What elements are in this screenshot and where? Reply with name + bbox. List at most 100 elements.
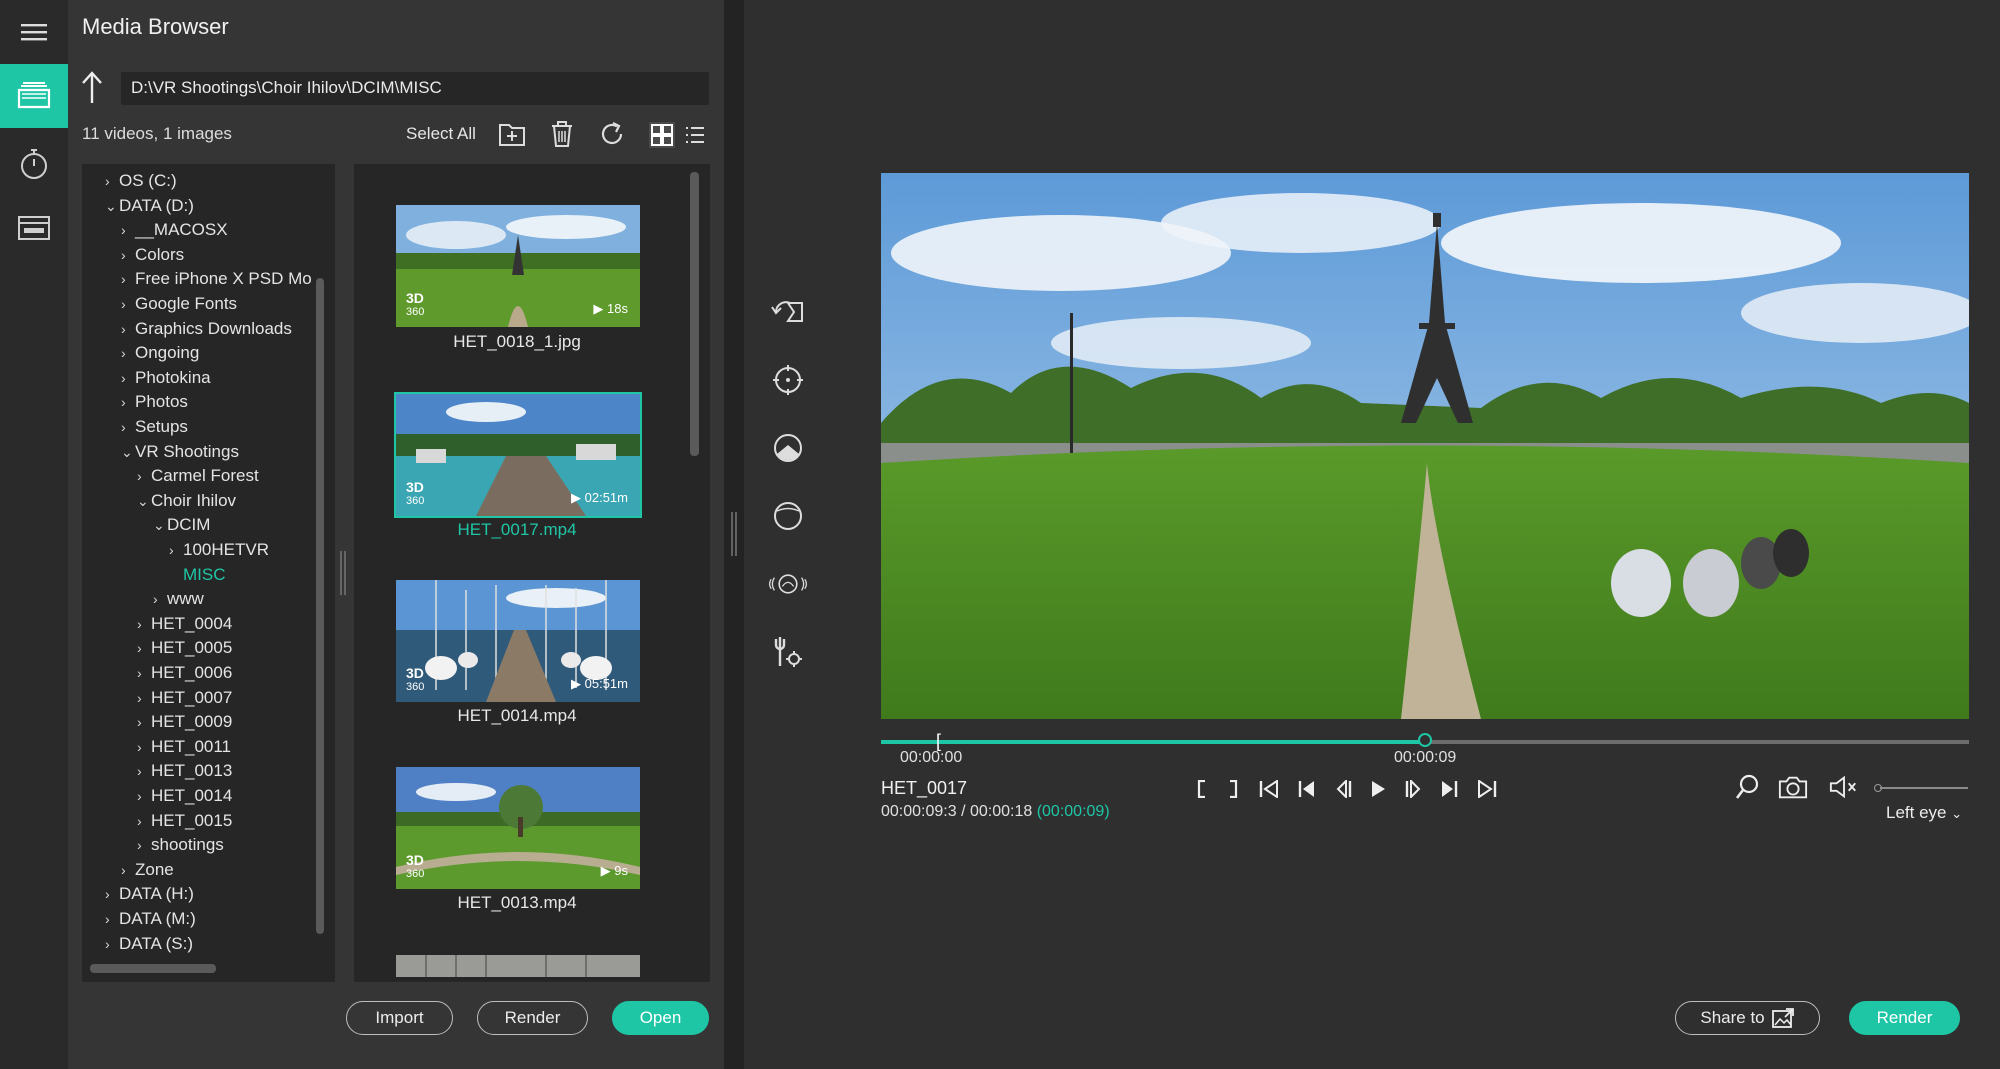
chevron-right-icon[interactable]: › (137, 760, 151, 782)
render-button[interactable]: Render (477, 1001, 588, 1035)
import-button[interactable]: Import (346, 1001, 453, 1035)
chevron-right-icon[interactable]: › (121, 367, 135, 389)
chevron-down-icon[interactable]: ⌄ (105, 195, 119, 217)
thumbnail-card[interactable] (396, 955, 640, 977)
menu-icon[interactable] (0, 0, 68, 64)
share-to-button[interactable]: Share to (1675, 1001, 1820, 1035)
tree-item[interactable]: › OS (C:) (105, 170, 177, 192)
chevron-right-icon[interactable]: › (121, 219, 135, 241)
chevron-right-icon[interactable]: › (137, 785, 151, 807)
pane-splitter[interactable] (340, 551, 346, 595)
player-render-button[interactable]: Render (1849, 1001, 1960, 1035)
media-browser-icon[interactable] (0, 64, 68, 128)
chevron-right-icon[interactable]: › (105, 883, 119, 905)
tree-item[interactable]: › 100HETVR (169, 539, 269, 561)
tree-item[interactable]: › HET_0013 (137, 760, 232, 782)
chevron-right-icon[interactable]: › (105, 170, 119, 192)
tree-item[interactable]: › www (153, 588, 204, 610)
tree-item[interactable]: › HET_0014 (137, 785, 232, 807)
tree-item[interactable]: › HET_0015 (137, 810, 232, 832)
video-viewport[interactable] (881, 173, 1969, 719)
select-all-button[interactable]: Select All (406, 124, 476, 144)
chevron-right-icon[interactable]: › (105, 933, 119, 955)
new-folder-icon[interactable] (498, 121, 526, 147)
tree-item[interactable]: › Photos (121, 391, 188, 413)
tree-item[interactable]: › Colors (121, 244, 184, 266)
stabilize-icon[interactable] (768, 564, 808, 604)
tree-item[interactable]: › DATA (M:) (105, 908, 196, 930)
timer-icon[interactable] (0, 132, 68, 196)
tree-item[interactable]: ⌄ DATA (D:) (105, 195, 194, 217)
tree-item[interactable]: ⌄ VR Shootings (121, 441, 239, 463)
chevron-right-icon[interactable]: › (105, 908, 119, 930)
next-icon[interactable] (1434, 776, 1464, 802)
list-view-icon[interactable] (685, 125, 705, 145)
tree-item[interactable]: › HET_0006 (137, 662, 232, 684)
go-to-start-icon[interactable] (1254, 776, 1284, 802)
chevron-right-icon[interactable]: › (137, 662, 151, 684)
tree-item[interactable]: › DATA (S:) (105, 933, 193, 955)
tree-item[interactable]: › HET_0004 (137, 613, 232, 635)
thumbnail-card[interactable]: 3D 360 ▶ 9s (396, 767, 640, 889)
chevron-down-icon[interactable]: ⌄ (153, 514, 167, 536)
zoom-icon[interactable] (1732, 774, 1762, 800)
chevron-right-icon[interactable]: › (121, 293, 135, 315)
circle-view-icon[interactable] (768, 496, 808, 536)
playhead-handle[interactable] (1418, 733, 1432, 747)
tree-vertical-scrollbar[interactable] (316, 278, 324, 934)
grid-view-icon[interactable] (648, 121, 676, 149)
trash-icon[interactable] (550, 120, 574, 148)
chevron-right-icon[interactable]: › (137, 810, 151, 832)
step-forward-icon[interactable] (1398, 776, 1428, 802)
tree-item[interactable]: › __MACOSX (121, 219, 228, 241)
open-button[interactable]: Open (612, 1001, 709, 1035)
play-icon[interactable] (1363, 776, 1393, 802)
chevron-right-icon[interactable]: › (137, 834, 151, 856)
chevron-right-icon[interactable]: › (121, 859, 135, 881)
chevron-right-icon[interactable]: › (121, 391, 135, 413)
chevron-right-icon[interactable]: › (137, 687, 151, 709)
tree-item[interactable]: › HET_0007 (137, 687, 232, 709)
thumbnail-card[interactable]: 3D 360 ▶ 18s (396, 205, 640, 327)
tree-item[interactable]: MISC (169, 564, 226, 586)
mute-icon[interactable] (1829, 774, 1859, 800)
chevron-right-icon[interactable]: › (121, 416, 135, 438)
go-to-end-icon[interactable] (1472, 776, 1502, 802)
tree-item[interactable]: › Free iPhone X PSD Mo (121, 268, 312, 290)
tree-item[interactable]: › Ongoing (121, 342, 199, 364)
horizon-icon[interactable] (768, 428, 808, 468)
chevron-right-icon[interactable]: › (121, 268, 135, 290)
chevron-right-icon[interactable]: › (169, 539, 183, 561)
panel-divider[interactable] (724, 0, 744, 1069)
render-queue-icon[interactable] (0, 196, 68, 260)
tree-horizontal-scrollbar[interactable] (90, 964, 216, 973)
eye-mode-select[interactable]: Left eye ⌄ (1886, 803, 1962, 823)
chevron-right-icon[interactable]: › (153, 588, 167, 610)
chevron-right-icon[interactable]: › (137, 711, 151, 733)
target-icon[interactable] (768, 360, 808, 400)
mark-in-icon[interactable] (1187, 776, 1217, 802)
tree-item[interactable]: › HET_0009 (137, 711, 232, 733)
tree-item[interactable]: › Google Fonts (121, 293, 237, 315)
tree-item[interactable]: ⌄ Choir Ihilov (137, 490, 236, 512)
mark-out-icon[interactable] (1218, 776, 1248, 802)
chevron-right-icon[interactable]: › (137, 465, 151, 487)
tree-item[interactable]: › HET_0005 (137, 637, 232, 659)
tree-item[interactable]: › Photokina (121, 367, 211, 389)
tree-item[interactable]: › Zone (121, 859, 174, 881)
thumbnail-scrollbar[interactable] (690, 172, 699, 456)
thumbnail-card-selected[interactable]: 3D 360 ▶ 02:51m (394, 392, 642, 518)
tree-item[interactable]: › shootings (137, 834, 224, 856)
settings-tools-icon[interactable] (768, 632, 808, 672)
tree-item[interactable]: › Graphics Downloads (121, 318, 292, 340)
chevron-down-icon[interactable]: ⌄ (121, 441, 135, 463)
chevron-right-icon[interactable]: › (137, 613, 151, 635)
chevron-right-icon[interactable]: › (121, 318, 135, 340)
refresh-icon[interactable] (599, 121, 625, 147)
rotate-view-icon[interactable] (768, 292, 808, 332)
chevron-right-icon[interactable]: › (121, 244, 135, 266)
tree-item[interactable]: › Carmel Forest (137, 465, 259, 487)
tree-item[interactable]: › Setups (121, 416, 188, 438)
in-point-marker[interactable]: [ (936, 732, 941, 750)
chevron-down-icon[interactable]: ⌄ (137, 490, 151, 512)
